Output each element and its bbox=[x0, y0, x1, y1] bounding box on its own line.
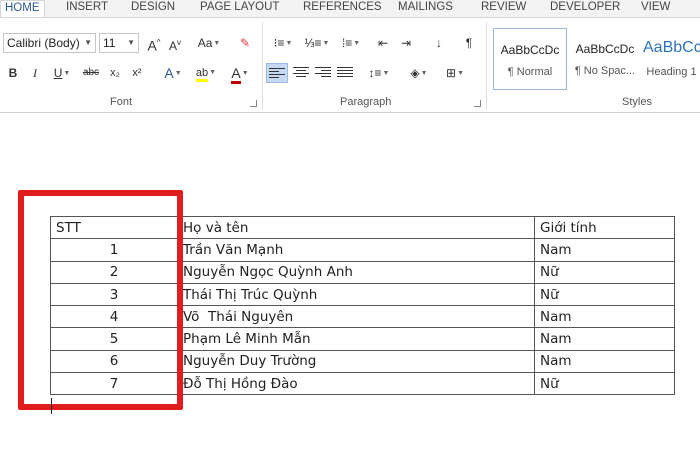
style-sample: AaBbCc bbox=[643, 39, 700, 56]
change-case-button[interactable]: Aa▼ bbox=[194, 33, 224, 53]
gender-cell[interactable]: Nam bbox=[534, 327, 675, 351]
font-name-combo[interactable]: Calibri (Body) ▼ bbox=[3, 33, 96, 53]
header-name[interactable]: Họ và tên bbox=[177, 215, 535, 240]
sort-icon: ↓ bbox=[436, 36, 442, 50]
decrease-indent-button[interactable]: ⇤ bbox=[374, 33, 392, 53]
text-cursor bbox=[51, 398, 52, 414]
bullets-button[interactable]: ⁝≡▼ bbox=[268, 33, 298, 53]
align-right-icon bbox=[315, 67, 331, 79]
style-no-spacing[interactable]: AaBbCcDc ¶ No Spac... bbox=[568, 28, 642, 90]
italic-button[interactable]: I bbox=[26, 63, 44, 83]
change-case-icon: Aa bbox=[197, 36, 213, 50]
text-effects-button[interactable]: A▼ bbox=[160, 63, 186, 83]
tab-view[interactable]: VIEW bbox=[641, 0, 670, 17]
gender-cell[interactable]: Nam bbox=[534, 238, 675, 262]
style-heading-1[interactable]: AaBbCc Heading 1 bbox=[643, 28, 700, 90]
font-name-value: Calibri (Body) bbox=[7, 36, 80, 50]
style-sample: AaBbCcDc bbox=[500, 43, 560, 57]
line-spacing-button[interactable]: ↕≡▼ bbox=[364, 63, 394, 83]
chevron-down-icon: ▼ bbox=[127, 38, 135, 47]
name-cell[interactable]: Nguyễn Ngọc Quỳnh Anh bbox=[177, 260, 535, 284]
text-effects-icon: A bbox=[164, 65, 174, 81]
gender-cell[interactable]: Nữ bbox=[534, 372, 675, 396]
style-name: Heading 1 bbox=[646, 66, 697, 78]
numbering-button[interactable]: ⅓≡▼ bbox=[302, 33, 332, 53]
gender-cell[interactable]: Nam bbox=[534, 349, 675, 374]
justify-icon bbox=[337, 67, 353, 79]
highlighter-icon: ab bbox=[195, 67, 209, 82]
styles-group-label: Styles bbox=[622, 96, 652, 108]
tab-page-layout[interactable]: PAGE LAYOUT bbox=[200, 0, 279, 17]
increase-indent-icon: ⇥ bbox=[400, 36, 412, 50]
group-separator bbox=[486, 22, 487, 110]
paragraph-dialog-launcher-icon[interactable] bbox=[474, 100, 481, 107]
gender-cell[interactable]: Nữ bbox=[534, 260, 675, 284]
tab-design[interactable]: DESIGN bbox=[131, 0, 175, 17]
header-gender[interactable]: Giới tính bbox=[534, 215, 675, 240]
name-cell[interactable]: Trần Văn Mạnh bbox=[177, 238, 535, 262]
font-color-button[interactable]: A▼ bbox=[226, 63, 254, 84]
shrink-font-button[interactable]: Av bbox=[166, 33, 184, 53]
justify-button[interactable] bbox=[334, 63, 356, 83]
name-cell[interactable]: Nguyễn Duy Trường bbox=[177, 349, 535, 374]
paragraph-group-label: Paragraph bbox=[340, 96, 392, 108]
superscript-button[interactable]: x² bbox=[128, 63, 146, 83]
style-name: ¶ No Spac... bbox=[574, 65, 636, 77]
font-size-combo[interactable]: 11 ▼ bbox=[99, 33, 139, 53]
grow-font-button[interactable]: A^ bbox=[145, 33, 163, 54]
name-cell[interactable]: Võ Thái Nguyên bbox=[177, 305, 535, 329]
clear-formatting-button[interactable]: ✎ bbox=[236, 33, 254, 53]
decrease-indent-icon: ⇤ bbox=[377, 36, 389, 50]
tab-review[interactable]: REVIEW bbox=[481, 0, 526, 17]
name-cell[interactable]: Đỗ Thị Hồng Đào bbox=[177, 372, 535, 396]
ribbon: Calibri (Body) ▼ 11 ▼ A^ Av Aa▼ ✎ B I U▼… bbox=[0, 17, 700, 113]
group-separator bbox=[262, 22, 263, 110]
tab-references[interactable]: REFERENCES bbox=[303, 0, 382, 17]
multilevel-list-icon: ⁞≡ bbox=[341, 36, 353, 50]
strikethrough-button[interactable]: abc bbox=[82, 63, 100, 83]
increase-indent-button[interactable]: ⇥ bbox=[397, 33, 415, 53]
borders-icon: ⊞ bbox=[446, 66, 457, 80]
tab-mailings[interactable]: MAILINGS bbox=[398, 0, 453, 17]
name-cell[interactable]: Thái Thị Trúc Quỳnh bbox=[177, 282, 535, 307]
style-sample: AaBbCcDc bbox=[575, 42, 635, 56]
highlight-color-button[interactable]: ab▼ bbox=[191, 63, 221, 83]
style-name: ¶ Normal bbox=[507, 66, 553, 78]
align-right-button[interactable] bbox=[312, 63, 334, 83]
underline-button[interactable]: U▼ bbox=[48, 63, 76, 83]
gender-cell[interactable]: Nữ bbox=[534, 282, 675, 307]
chevron-down-icon: ▼ bbox=[84, 38, 92, 47]
tab-developer[interactable]: DEVELOPER bbox=[550, 0, 620, 17]
ribbon-tab-bar: HOME INSERT DESIGN PAGE LAYOUT REFERENCE… bbox=[0, 0, 700, 17]
bold-button[interactable]: B bbox=[4, 63, 22, 83]
font-color-icon: A bbox=[231, 65, 241, 84]
align-left-button[interactable] bbox=[266, 63, 288, 83]
tab-home[interactable]: HOME bbox=[0, 0, 45, 17]
style-normal[interactable]: AaBbCcDc ¶ Normal bbox=[493, 28, 567, 90]
shading-button[interactable]: ◈▼ bbox=[404, 63, 434, 83]
bullets-icon: ⁝≡ bbox=[273, 36, 285, 50]
grow-font-icon: A bbox=[147, 37, 157, 54]
numbering-icon: ⅓≡ bbox=[304, 36, 322, 50]
align-center-icon bbox=[293, 67, 309, 79]
multilevel-list-button[interactable]: ⁞≡▼ bbox=[336, 33, 366, 53]
subscript-button[interactable]: x₂ bbox=[106, 63, 124, 83]
borders-button[interactable]: ⊞▼ bbox=[440, 63, 470, 83]
tab-insert[interactable]: INSERT bbox=[66, 0, 108, 17]
underline-icon: U bbox=[53, 66, 63, 80]
font-size-value: 11 bbox=[103, 36, 116, 50]
line-spacing-icon: ↕≡ bbox=[368, 66, 382, 80]
red-highlight-box bbox=[18, 190, 183, 410]
gender-cell[interactable]: Nam bbox=[534, 305, 675, 329]
show-formatting-marks-button[interactable]: ¶ bbox=[460, 33, 478, 53]
sort-button[interactable]: ↓ bbox=[430, 33, 448, 53]
name-cell[interactable]: Phạm Lê Minh Mẫn bbox=[177, 327, 535, 351]
font-group-label: Font bbox=[110, 96, 133, 108]
align-center-button[interactable] bbox=[290, 63, 312, 83]
shrink-font-icon: A bbox=[168, 39, 177, 53]
eraser-icon: ✎ bbox=[239, 36, 251, 50]
paint-bucket-icon: ◈ bbox=[410, 66, 420, 80]
font-dialog-launcher-icon[interactable] bbox=[250, 100, 257, 107]
align-left-icon bbox=[269, 68, 285, 80]
